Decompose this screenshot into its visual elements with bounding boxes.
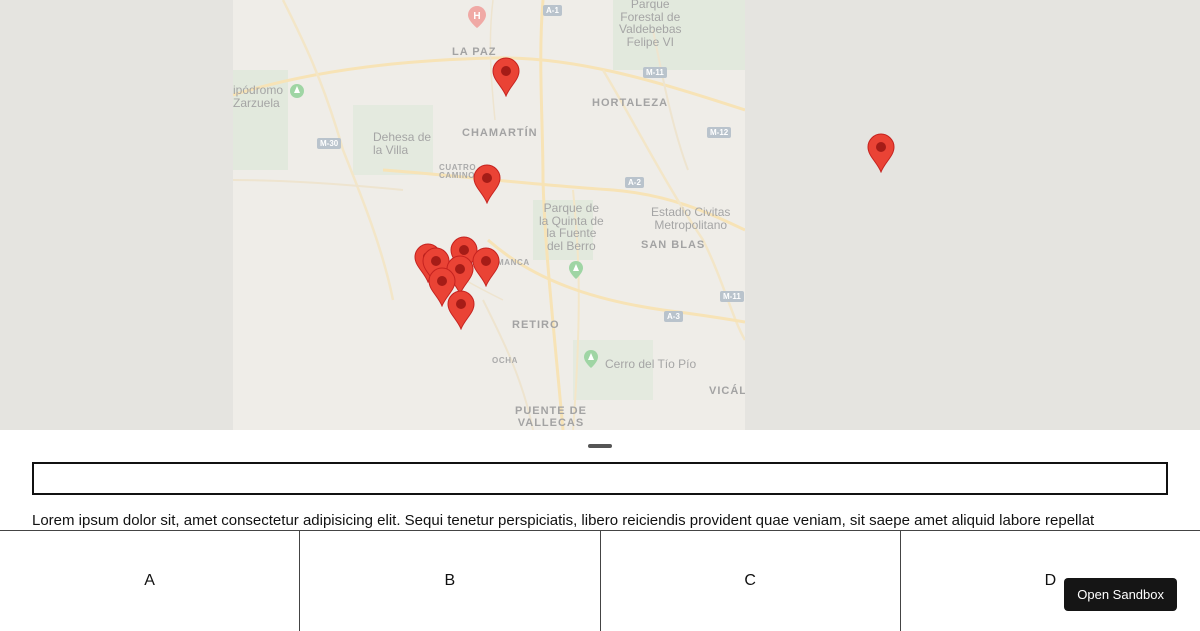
- tab-a[interactable]: A: [0, 531, 301, 631]
- description-text: Lorem ipsum dolor sit, amet consectetur …: [32, 512, 1095, 529]
- road-shield: A-3: [664, 311, 683, 322]
- drag-handle[interactable]: [588, 444, 612, 448]
- map-view[interactable]: LA PAZ CHAMARTÍN HORTALEZA ipódromo Zarz…: [0, 0, 1200, 430]
- map-tiles[interactable]: LA PAZ CHAMARTÍN HORTALEZA ipódromo Zarz…: [233, 0, 745, 430]
- map-label-salamanca: MANCA: [497, 258, 530, 267]
- map-pin-icon: [473, 164, 501, 204]
- map-marker[interactable]: [473, 164, 501, 204]
- park-icon: [584, 350, 598, 368]
- svg-text:H: H: [473, 11, 480, 22]
- map-marker[interactable]: [492, 57, 520, 97]
- road-shield: M-11: [720, 291, 744, 302]
- tab-c[interactable]: C: [601, 531, 901, 631]
- road-shield: M-12: [707, 127, 732, 138]
- map-label-dehesa: Dehesa de la Villa: [373, 130, 432, 157]
- tab-bar: A B C D: [0, 530, 1200, 631]
- map-pin-icon: [867, 133, 895, 173]
- map-label-hipodromo: ipódromo Zarzuela: [233, 83, 284, 110]
- map-marker[interactable]: [867, 133, 895, 173]
- map-label-retiro: RETIRO: [512, 319, 560, 331]
- map-label-parque-quinta: Parque de la Quinta de la Fuente del Ber…: [539, 201, 604, 253]
- park-icon: [290, 84, 304, 98]
- park-icon: [569, 261, 583, 279]
- search-input[interactable]: [32, 462, 1168, 495]
- map-label-san-blas: SAN BLAS: [641, 239, 706, 251]
- map-pin-icon: [472, 247, 500, 287]
- map-label-chamartin: CHAMARTÍN: [462, 127, 538, 139]
- bottom-sheet: Lorem ipsum dolor sit, amet consectetur …: [0, 430, 1200, 631]
- map-label-la-paz: LA PAZ: [452, 46, 497, 58]
- road-shield: M-30: [317, 138, 342, 149]
- map-label-parque-forestal: Parque Forestal de Valdebebas Felipe VI: [619, 0, 682, 49]
- map-label-hortaleza: HORTALEZA: [592, 97, 669, 109]
- map-pin-icon: [447, 290, 475, 330]
- hospital-icon: H: [468, 6, 486, 28]
- map-label-vicalvaro: VICÁL: [709, 385, 745, 397]
- map-label-ochoa: OCHA: [492, 356, 518, 365]
- tab-b[interactable]: B: [300, 531, 601, 631]
- map-label-puente-vallecas: PUENTE DE VALLECAS: [515, 405, 587, 429]
- map-marker[interactable]: [472, 247, 500, 287]
- map-pin-icon: [492, 57, 520, 97]
- road-shield: M-11: [643, 67, 667, 78]
- map-marker[interactable]: [447, 290, 475, 330]
- map-label-cerro: Cerro del Tío Pío: [605, 357, 697, 371]
- open-sandbox-button[interactable]: Open Sandbox: [1064, 578, 1177, 611]
- road-shield: A-1: [543, 5, 562, 16]
- map-label-estadio: Estadio Civitas Metropolitano: [651, 205, 731, 232]
- road-shield: A-2: [625, 177, 644, 188]
